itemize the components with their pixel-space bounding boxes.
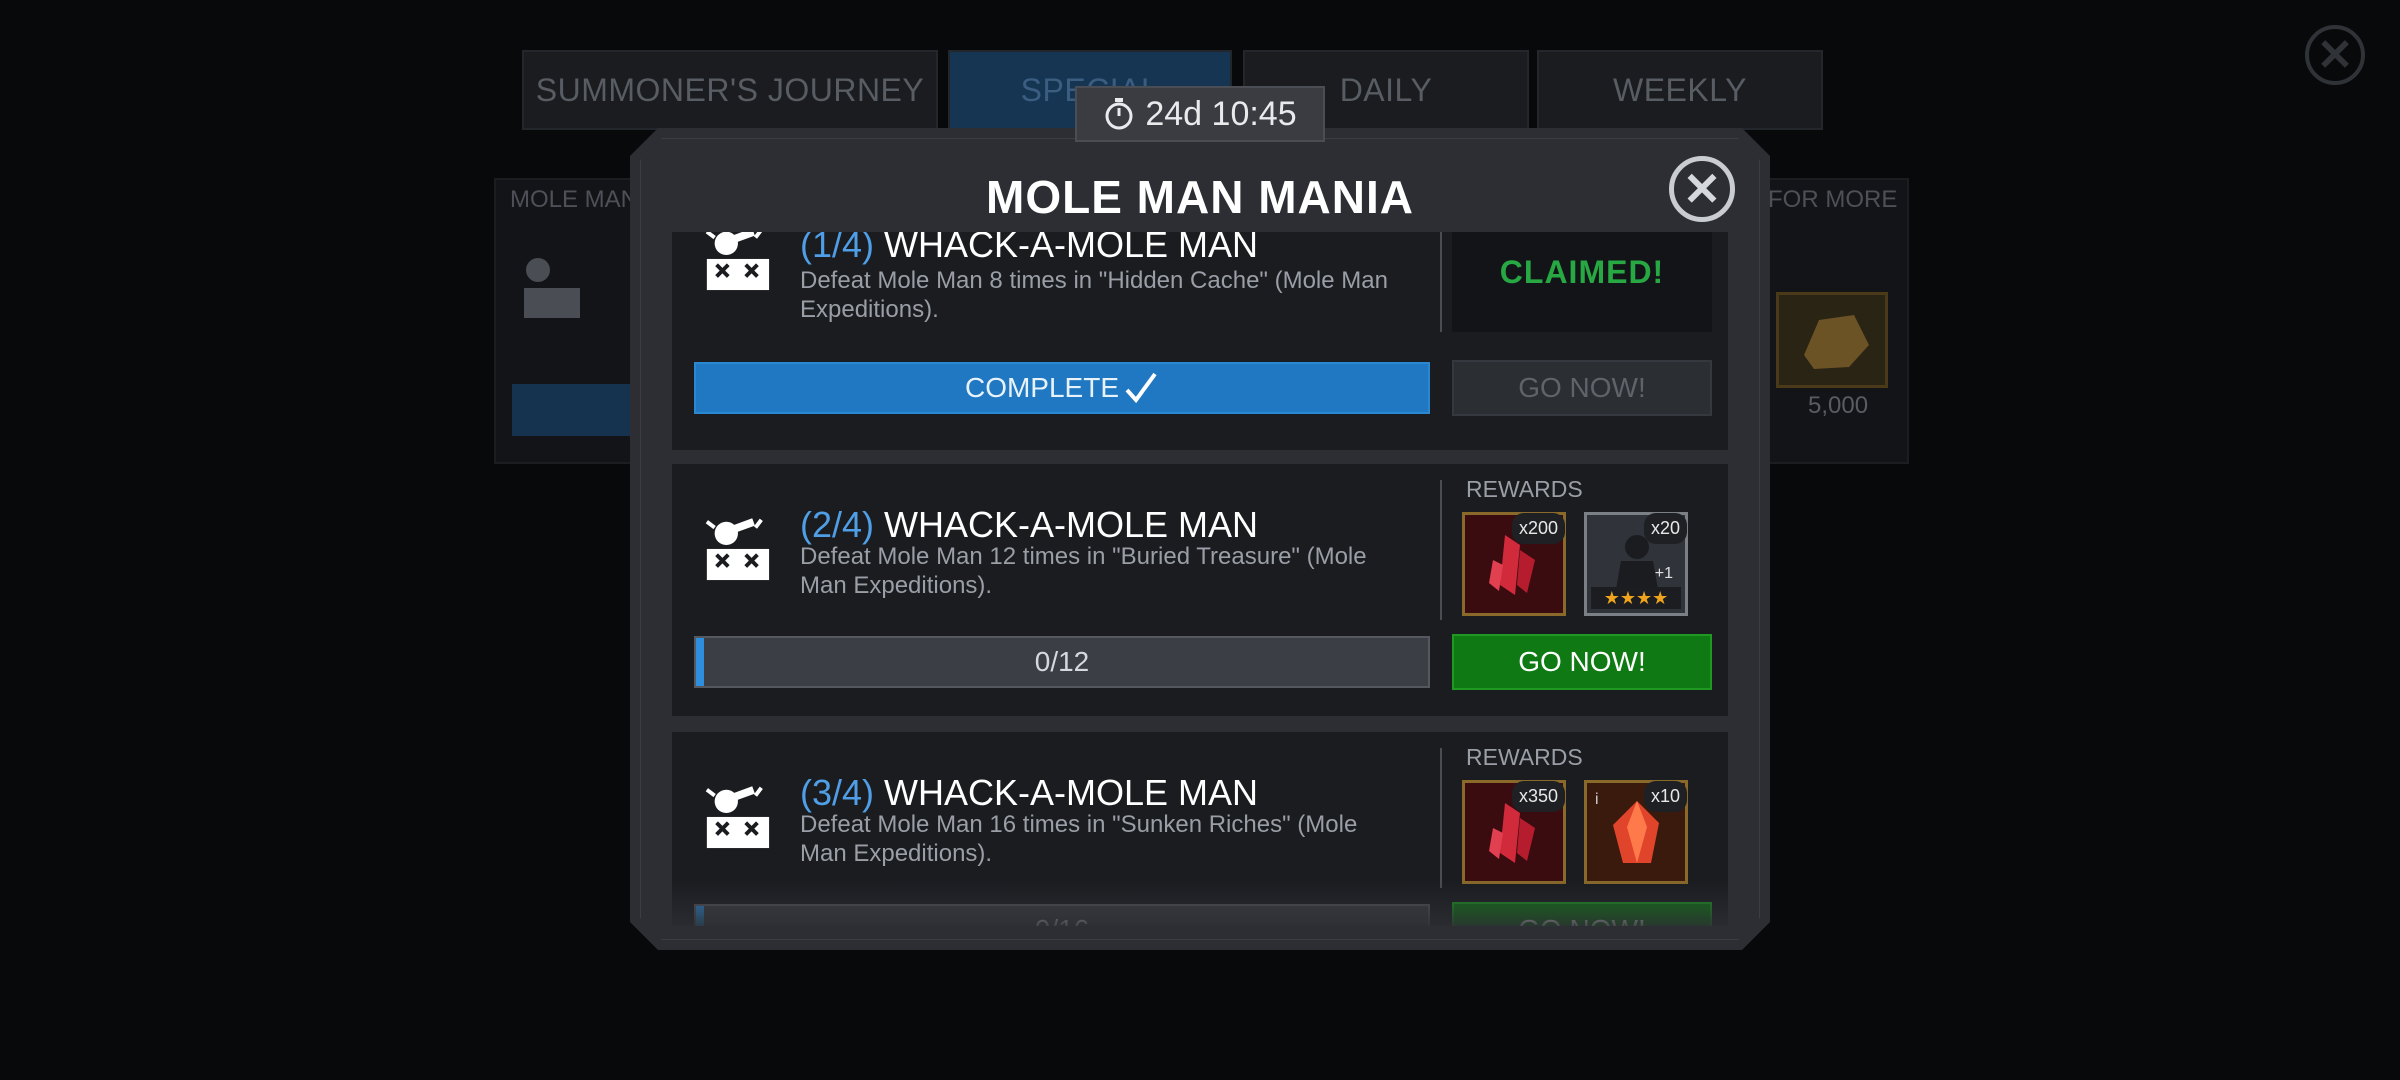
quest-title-text: WHACK-A-MOLE MAN — [884, 504, 1259, 545]
quest-step: (1/4) — [800, 232, 875, 265]
close-icon: ✕ — [1682, 163, 1722, 215]
quest-progress-bar: 0/12 — [694, 636, 1430, 688]
quest-description: Defeat Mole Man 8 times in "Hidden Cache… — [800, 267, 1388, 323]
progress-fill — [696, 638, 704, 686]
reward-badge: +1 — [1654, 565, 1673, 582]
quest-title-text: WHACK-A-MOLE MAN — [884, 232, 1259, 265]
mole-man-icon — [705, 232, 770, 291]
star-rating: ★★★★ — [1591, 587, 1681, 609]
quest-item-1: (1/4) WHACK-A-MOLE MAN Defeat Mole Man 8 … — [672, 232, 1728, 450]
quest-list[interactable]: (1/4) WHACK-A-MOLE MAN Defeat Mole Man 8 … — [672, 232, 1728, 926]
background-progress-bar — [512, 384, 632, 436]
tab-weekly[interactable]: WEEKLY — [1537, 50, 1823, 130]
quest-item-3: (3/4) WHACK-A-MOLE MAN Defeat Mole Man 16… — [672, 732, 1728, 926]
progress-label: 0/12 — [1034, 646, 1090, 677]
claimed-status: CLAIMED! — [1452, 232, 1712, 332]
info-icon: i — [1595, 791, 1599, 808]
reward-quantity: x200 — [1511, 513, 1565, 544]
reward-crystal-shards[interactable]: x200 — [1462, 512, 1566, 616]
background-right-card-label: FOR MORE — [1768, 186, 1898, 213]
quest-progress-bar: 0/16 — [694, 904, 1430, 926]
progress-fill — [696, 906, 704, 926]
mole-man-icon — [705, 786, 770, 849]
quest-step: (2/4) — [800, 504, 875, 545]
reward-quantity: x350 — [1511, 781, 1565, 812]
background-left-card-label: MOLE MAN — [510, 186, 639, 213]
modal-close-button[interactable]: ✕ — [1669, 156, 1735, 222]
timer-value: 24d 10:45 — [1145, 94, 1297, 133]
divider — [1440, 748, 1442, 888]
quest-step: (3/4) — [800, 772, 875, 813]
close-icon: ✕ — [2316, 30, 2354, 80]
go-now-button[interactable]: GO NOW! — [1452, 360, 1712, 416]
go-now-button[interactable]: GO NOW! — [1452, 634, 1712, 690]
tab-summoners-journey[interactable]: SUMMONER'S JOURNEY — [522, 50, 938, 130]
progress-label: 0/16 — [1035, 914, 1090, 926]
reward-quantity: x10 — [1643, 781, 1687, 812]
modal-title: MOLE MAN MANIA — [986, 171, 1414, 223]
quest-title: (1/4) WHACK-A-MOLE MAN — [800, 232, 1258, 266]
background-right-card-value: 5,000 — [1808, 392, 1869, 419]
rewards-label: REWARDS — [1466, 476, 1583, 502]
reward-crystal[interactable]: i x10 — [1584, 780, 1688, 884]
mole-man-icon — [524, 258, 580, 318]
quest-description: Defeat Mole Man 16 times in "Sunken Rich… — [800, 811, 1358, 867]
rewards-label: REWARDS — [1466, 744, 1583, 770]
gold-icon — [1776, 292, 1888, 388]
go-now-button[interactable]: GO NOW! — [1452, 902, 1712, 926]
mole-man-icon — [705, 518, 770, 581]
quest-description: Defeat Mole Man 12 times in "Buried Trea… — [800, 543, 1367, 599]
stopwatch-icon — [1105, 98, 1133, 130]
event-timer: 24d 10:45 — [1075, 86, 1325, 142]
divider — [1440, 232, 1442, 332]
divider — [1440, 480, 1442, 620]
reward-crystal-shards[interactable]: x350 — [1462, 780, 1566, 884]
reward-quantity: x20 — [1643, 513, 1687, 544]
quest-title-text: WHACK-A-MOLE MAN — [884, 772, 1259, 813]
progress-label: COMPLETE — [964, 372, 1120, 403]
background-close-button[interactable]: ✕ — [2305, 25, 2365, 85]
quest-title: (3/4) WHACK-A-MOLE MAN — [800, 772, 1258, 814]
checkmark-icon — [1125, 372, 1157, 404]
gold-nugget-icon — [1804, 315, 1869, 369]
reward-champion[interactable]: x20 +1 ★★★★ — [1584, 512, 1688, 616]
quest-progress-bar: COMPLETE — [694, 362, 1430, 414]
quest-item-2: (2/4) WHACK-A-MOLE MAN Defeat Mole Man 12… — [672, 464, 1728, 716]
quest-title: (2/4) WHACK-A-MOLE MAN — [800, 504, 1258, 546]
